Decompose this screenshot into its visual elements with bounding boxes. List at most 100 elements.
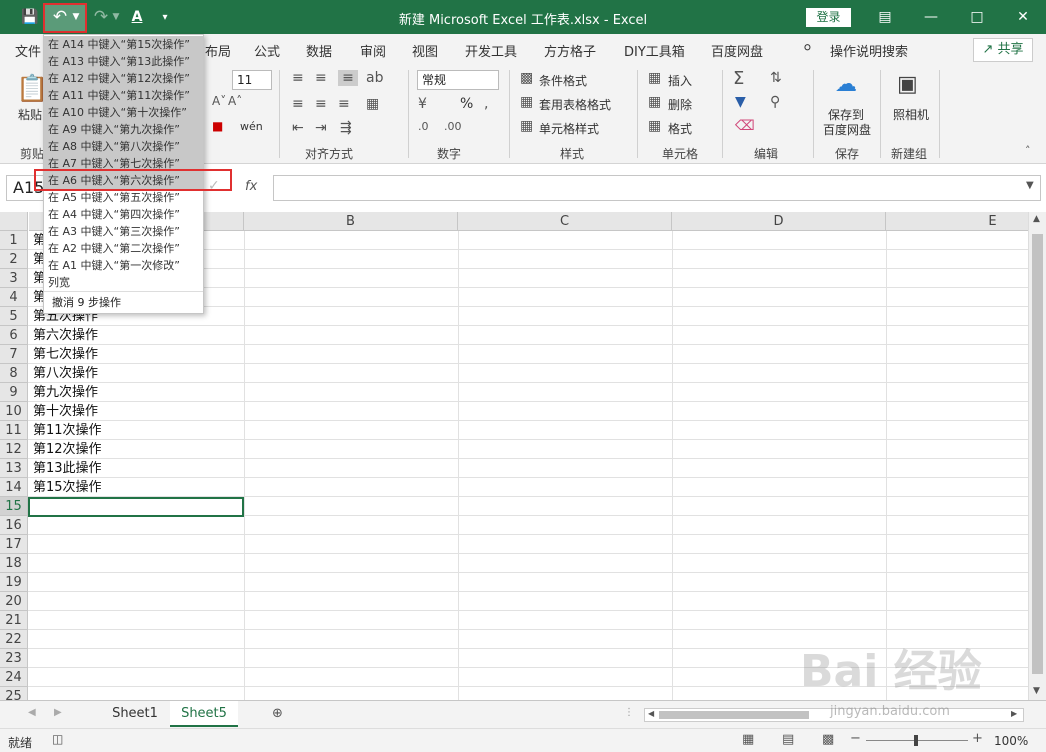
selected-cell-a15[interactable] [28,497,244,517]
text-direction-icon[interactable]: ⇶ [340,120,352,136]
share-button[interactable]: ↗ 共享 [973,38,1033,62]
undo-history-item[interactable]: 在 A14 中键入“第15次操作” [44,36,203,53]
row-header[interactable]: 2 [0,250,28,269]
menu-file[interactable]: 文件 [15,41,41,60]
cell-a10[interactable]: 第十次操作 [33,402,98,421]
row-header[interactable]: 18 [0,554,28,573]
sheet-tab-sheet1[interactable]: Sheet1 [102,701,168,727]
sheet-tab-sheet5[interactable]: Sheet5 [170,701,238,727]
row-header[interactable]: 10 [0,402,28,421]
close-icon[interactable]: ✕ [1000,0,1046,34]
find-select-icon[interactable]: ⚲ [770,94,780,110]
row-header[interactable]: 13 [0,459,28,478]
macro-record-icon[interactable]: ◫ [52,732,63,746]
format-cells-button[interactable]: 格式 [668,120,692,137]
align-left-icon[interactable]: ≡ [292,96,304,112]
insert-cells-button[interactable]: 插入 [668,72,692,89]
font-size-combo[interactable]: 11 [232,70,272,90]
add-sheet-icon[interactable]: ⊕ [272,706,283,721]
row-header[interactable]: 20 [0,592,28,611]
undo-history-item[interactable]: 在 A3 中键入“第三次操作” [44,223,203,240]
row-header[interactable]: 5 [0,307,28,326]
login-button[interactable]: 登录 [806,8,851,27]
format-as-table-button[interactable]: 套用表格格式 [539,96,611,113]
zoom-level[interactable]: 100% [994,734,1028,748]
tell-me-search[interactable]: 操作说明搜索 [830,41,908,60]
menu-review[interactable]: 审阅 [360,41,386,60]
sort-filter-icon[interactable]: ⇅ [770,70,782,86]
menu-ffgz[interactable]: 方方格子 [544,41,596,60]
menu-developer[interactable]: 开发工具 [465,41,517,60]
undo-history-item[interactable]: 在 A12 中键入“第12次操作” [44,70,203,87]
scroll-up-icon[interactable]: ▲ [1033,214,1040,224]
align-middle-icon[interactable]: ≡ [315,70,327,86]
autosum-icon[interactable]: Σ [733,68,744,89]
horizontal-scroll-thumb[interactable] [659,711,809,719]
expand-formula-chevron-icon[interactable]: ▼ [1026,180,1034,191]
camera-label[interactable]: 照相机 [893,106,929,123]
align-right-icon[interactable]: ≡ [338,96,350,112]
ribbon-display-icon[interactable]: ▤ [862,0,908,34]
align-bottom-icon[interactable]: ≡ [338,70,358,86]
collapse-ribbon-icon[interactable]: ˄ [1025,144,1031,157]
cell-a14[interactable]: 第15次操作 [33,478,102,497]
baidu-pan-label[interactable]: 百度网盘 [823,121,871,138]
delete-cells-button[interactable]: 删除 [668,96,692,113]
cell-a12[interactable]: 第12次操作 [33,440,102,459]
column-header-c[interactable]: C [458,212,672,231]
row-header[interactable]: 6 [0,326,28,345]
undo-history-item[interactable]: 在 A1 中键入“第一次修改” [44,257,203,274]
row-header[interactable]: 15 [0,497,28,516]
prev-sheet-icon[interactable]: ◀ [28,707,36,718]
row-header[interactable]: 11 [0,421,28,440]
phonetic-icon[interactable]: wén [240,120,263,133]
fill-icon[interactable]: ▼ [735,94,746,110]
row-header[interactable]: 24 [0,668,28,687]
increase-font-icon[interactable]: A˄ [228,94,242,108]
row-header[interactable]: 21 [0,611,28,630]
row-header[interactable]: 19 [0,573,28,592]
align-top-icon[interactable]: ≡ [292,70,304,86]
baidu-cloud-icon[interactable]: ☁ [835,72,857,97]
insert-function-icon[interactable]: fx [245,179,257,194]
undo-history-item[interactable]: 在 A11 中键入“第11次操作” [44,87,203,104]
camera-icon[interactable]: ▣ [897,72,918,97]
cell-a7[interactable]: 第七次操作 [33,345,98,364]
cell-styles-button[interactable]: 单元格样式 [539,120,599,137]
currency-icon[interactable]: ¥ [418,96,427,112]
increase-indent-icon[interactable]: ⇥ [315,120,327,136]
decrease-indent-icon[interactable]: ⇤ [292,120,304,136]
orientation-icon[interactable]: ab [366,70,383,86]
zoom-out-icon[interactable]: − [850,731,861,746]
undo-history-item[interactable]: 在 A13 中键入“第13此操作” [44,53,203,70]
menu-diy[interactable]: DIY工具箱 [624,41,685,60]
column-header-b[interactable]: B [244,212,458,231]
merge-center-icon[interactable]: ▦ [366,96,379,112]
row-header[interactable]: 14 [0,478,28,497]
vertical-scroll-thumb[interactable] [1032,234,1043,674]
formula-input[interactable] [273,175,1041,201]
decrease-font-icon[interactable]: A˅ [212,94,226,108]
tab-split-icon[interactable]: ⋮ [624,707,634,718]
menu-data[interactable]: 数据 [306,41,332,60]
row-header[interactable]: 25 [0,687,28,700]
increase-decimal-icon[interactable]: .0 [418,120,429,133]
scroll-left-icon[interactable]: ◀ [648,709,654,718]
undo-history-item[interactable]: 在 A2 中键入“第二次操作” [44,240,203,257]
maximize-icon[interactable]: □ [954,0,1000,34]
page-break-view-icon[interactable]: ▩ [822,732,834,747]
row-header[interactable]: 17 [0,535,28,554]
align-center-icon[interactable]: ≡ [315,96,327,112]
page-layout-view-icon[interactable]: ▤ [782,732,794,747]
select-all-corner[interactable] [0,212,28,231]
menu-baidu[interactable]: 百度网盘 [711,41,763,60]
cell-a13[interactable]: 第13此操作 [33,459,102,478]
scroll-down-icon[interactable]: ▼ [1033,686,1040,696]
row-header[interactable]: 8 [0,364,28,383]
row-header[interactable]: 22 [0,630,28,649]
scroll-right-icon[interactable]: ▶ [1011,709,1017,718]
decrease-decimal-icon[interactable]: .00 [444,120,462,133]
zoom-in-icon[interactable]: + [972,731,983,746]
cell-a9[interactable]: 第九次操作 [33,383,98,402]
percent-icon[interactable]: % [460,96,473,112]
